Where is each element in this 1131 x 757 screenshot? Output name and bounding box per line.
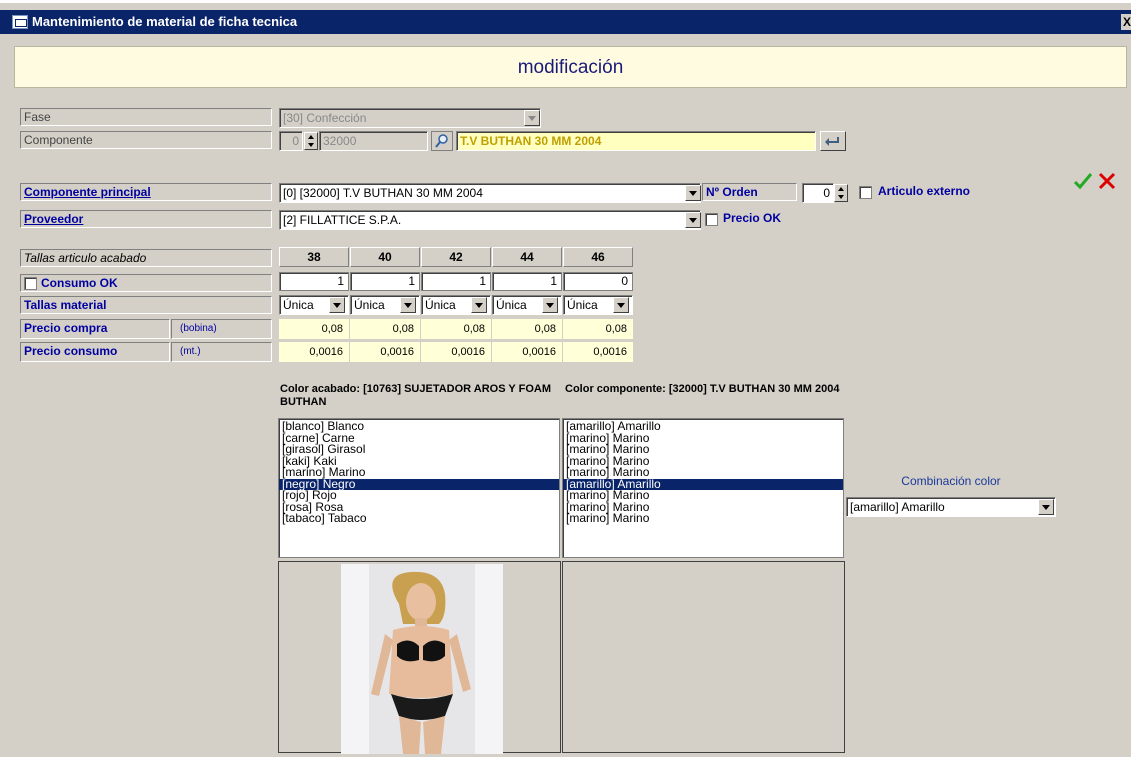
search-icon[interactable] (431, 131, 453, 151)
precio-compra-value: 0,08 (492, 319, 562, 339)
list-item[interactable]: [marino] Marino (563, 512, 843, 525)
n-orden-label: Nº Orden (702, 183, 797, 201)
consumo-input[interactable]: 0 (563, 272, 633, 291)
cross-icon[interactable] (1096, 170, 1118, 192)
tallas-acabado-label: Tallas articulo acabado (20, 249, 272, 267)
dropdown-icon[interactable] (685, 212, 701, 228)
precio-consumo-value: 0,0016 (421, 342, 491, 362)
precio-ok-checkbox[interactable] (705, 213, 718, 226)
componente-principal-link[interactable]: Componente principal (20, 183, 272, 201)
precio-consumo-unit: (mt.) (171, 342, 272, 362)
product-image-frame (278, 561, 561, 754)
precio-compra-value: 0,08 (350, 319, 420, 339)
list-item[interactable]: [tabaco] Tabaco (279, 512, 559, 525)
precio-consumo-label: Precio consumo (20, 342, 170, 362)
fase-label: Fase (20, 108, 272, 126)
combinacion-value: [amarillo] Amarillo (850, 500, 945, 514)
dropdown-icon[interactable] (400, 297, 416, 313)
dropdown-icon[interactable] (542, 297, 558, 313)
consumo-input[interactable]: 1 (279, 272, 349, 291)
consumo-input[interactable]: 1 (492, 272, 562, 291)
precio-compra-unit: (bobina) (171, 319, 272, 339)
talla-material-value: Única (354, 298, 385, 312)
proveedor-value: [2] FILLATTICE S.P.A. (283, 213, 402, 227)
componente-name-field: T.V BUTHAN 30 MM 2004 (456, 131, 816, 151)
proveedor-select[interactable]: [2] FILLATTICE S.P.A. (279, 210, 701, 230)
articulo-externo-checkbox[interactable] (859, 186, 872, 199)
talla-material-value: Única (567, 298, 598, 312)
color-componente-list[interactable]: [amarillo] Amarillo [marino] Marino [marin… (562, 418, 844, 558)
consumo-ok-label: Consumo OK (41, 276, 118, 290)
consumo-input[interactable]: 1 (421, 272, 491, 291)
componente-principal-select[interactable]: [0] [32000] T.V BUTHAN 30 MM 2004 (279, 183, 701, 203)
talla-material-value: Única (283, 298, 314, 312)
dropdown-icon[interactable] (329, 297, 345, 313)
talla-material-value: Única (425, 298, 456, 312)
componente-num-field[interactable]: 0 (279, 131, 303, 151)
component-image-frame (562, 561, 845, 753)
enter-arrow-icon[interactable] (820, 131, 846, 151)
dropdown-icon[interactable] (613, 297, 629, 313)
precio-compra-value: 0,08 (421, 319, 491, 339)
precio-consumo-value: 0,0016 (279, 342, 349, 362)
size-header: 44 (492, 247, 562, 267)
size-header: 46 (563, 247, 633, 267)
componente-spin-icon[interactable] (304, 132, 318, 150)
color-acabado-header: Color acabado: [10763] SUJETADOR AROS Y … (280, 383, 551, 408)
articulo-externo-label: Articulo externo (878, 184, 971, 198)
precio-consumo-value: 0,0016 (350, 342, 420, 362)
componente-code-field[interactable]: 32000 (319, 131, 428, 151)
window-title-bar[interactable]: Mantenimiento de material de ficha tecni… (0, 10, 1131, 34)
precio-compra-value: 0,08 (279, 319, 349, 339)
consumo-ok-row-label: Consumo OK (20, 274, 272, 292)
precio-compra-label: Precio compra (20, 319, 170, 339)
consumo-input[interactable]: 1 (350, 272, 420, 291)
componente-principal-value: [0] [32000] T.V BUTHAN 30 MM 2004 (283, 186, 483, 200)
fase-value: [30] Confección (283, 111, 367, 125)
checkmark-icon[interactable] (1072, 170, 1094, 192)
dropdown-icon[interactable] (524, 110, 540, 126)
n-orden-spin-icon[interactable] (834, 184, 848, 202)
consumo-ok-checkbox[interactable] (24, 277, 37, 290)
precio-compra-value: 0,08 (563, 319, 633, 339)
talla-material-value: Única (496, 298, 527, 312)
app-icon (12, 15, 28, 29)
n-orden-field[interactable]: 0 (802, 183, 834, 203)
window-title: Mantenimiento de material de ficha tecni… (32, 14, 298, 29)
close-icon[interactable]: X (1121, 14, 1131, 30)
mode-header: modificación (14, 46, 1127, 88)
dropdown-icon[interactable] (471, 297, 487, 313)
product-photo (341, 564, 503, 754)
window-top-border (0, 0, 1131, 3)
tallas-material-label: Tallas material (20, 296, 272, 314)
size-header: 40 (350, 247, 420, 267)
color-componente-header: Color componente: [32000] T.V BUTHAN 30 … (565, 383, 840, 395)
precio-consumo-value: 0,0016 (563, 342, 633, 362)
dropdown-icon[interactable] (685, 185, 701, 201)
fase-select[interactable]: [30] Confección (279, 108, 541, 128)
size-header: 38 (279, 247, 349, 267)
combinacion-label: Combinación color (901, 474, 1001, 488)
color-acabado-list[interactable]: [blanco] Blanco [carne] Carne [girasol] Gi… (278, 418, 560, 558)
combinacion-select[interactable]: [amarillo] Amarillo (846, 497, 1056, 517)
precio-consumo-value: 0,0016 (492, 342, 562, 362)
size-header: 42 (421, 247, 491, 267)
componente-label: Componente (20, 131, 272, 149)
proveedor-link[interactable]: Proveedor (20, 210, 272, 228)
model-illustration (341, 564, 503, 754)
precio-ok-label: Precio OK (723, 211, 782, 225)
dropdown-icon[interactable] (1038, 499, 1054, 515)
